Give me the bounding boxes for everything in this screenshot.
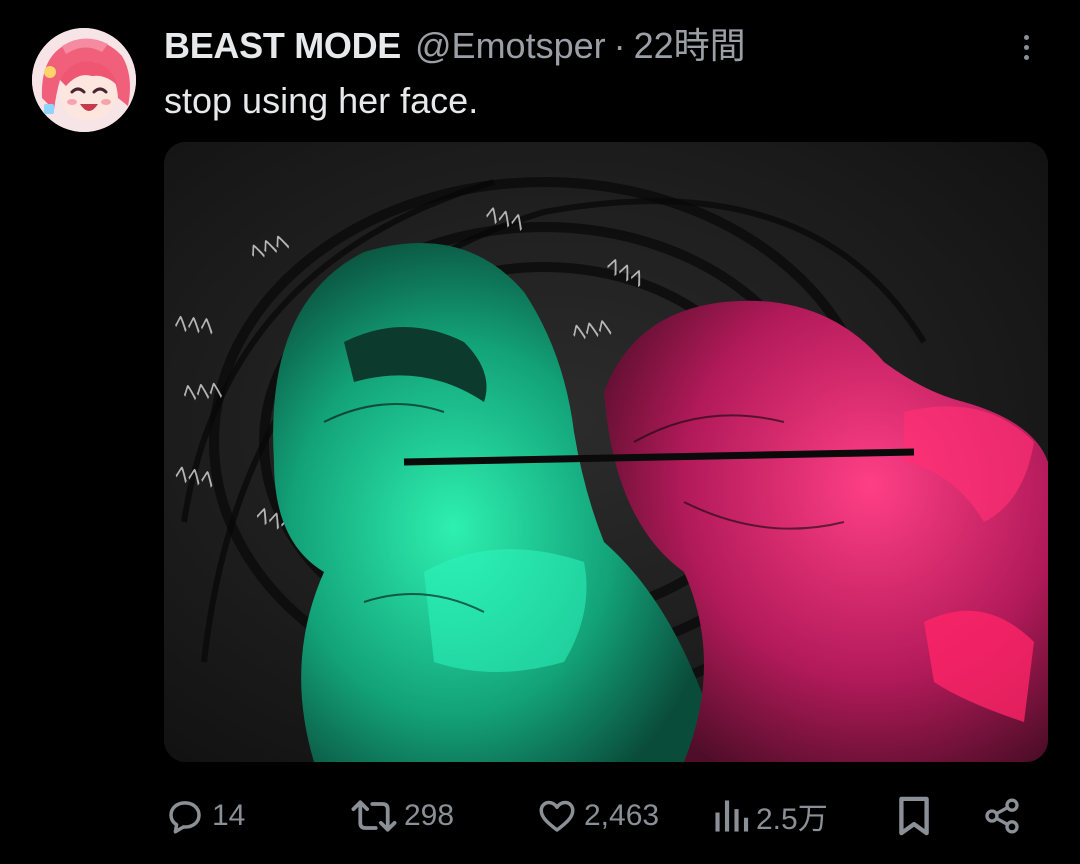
like-button[interactable]: 2,463 — [536, 790, 659, 842]
display-name[interactable]: BEAST MODE — [164, 26, 401, 66]
retweet-count: 298 — [404, 799, 455, 832]
more-options-button[interactable] — [1006, 26, 1046, 68]
reply-count: 14 — [212, 799, 246, 832]
more-dot-icon — [1023, 44, 1029, 50]
like-count: 2,463 — [584, 799, 660, 832]
svg-text:ﾍﾍﾍ: ﾍﾍﾍ — [173, 309, 214, 342]
more-dot-icon — [1023, 54, 1029, 60]
retweet-icon — [351, 800, 397, 832]
bookmark-button[interactable] — [896, 790, 932, 842]
svg-text:ﾍﾍﾍ: ﾍﾍﾍ — [182, 376, 223, 409]
share-button[interactable] — [982, 790, 1022, 842]
header-separator: · — [613, 25, 626, 66]
reply-icon — [169, 801, 201, 834]
tweet-text: stop using her face. — [164, 80, 479, 121]
views-button[interactable]: 2.5万 — [712, 790, 828, 842]
share-icon — [985, 798, 1019, 834]
retweet-button[interactable]: 298 — [350, 790, 454, 842]
illustration: ﾍﾍﾍ ﾍﾍﾍ ﾍﾍﾍ ﾍﾍﾍ ﾍﾍﾍ ﾍﾍﾍ ﾍﾍﾍ ﾍﾍﾍ — [164, 142, 1048, 762]
tweet-media-image[interactable]: ﾍﾍﾍ ﾍﾍﾍ ﾍﾍﾍ ﾍﾍﾍ ﾍﾍﾍ ﾍﾍﾍ ﾍﾍﾍ ﾍﾍﾍ — [164, 142, 1048, 762]
views-count: 2.5万 — [756, 803, 828, 836]
bookmark-icon — [899, 796, 929, 836]
user-handle[interactable]: @Emotsper — [415, 26, 606, 66]
views-icon — [715, 800, 749, 832]
reply-button[interactable]: 14 — [164, 790, 245, 842]
heart-icon — [539, 800, 575, 832]
timestamp[interactable]: 22時間 — [634, 26, 746, 66]
user-avatar[interactable] — [32, 28, 136, 132]
tweet-header: BEAST MODE @Emotsper · 22時間 — [164, 26, 746, 66]
avatar-image — [32, 28, 136, 132]
tweet-action-bar: 14 298 2,463 2.5万 — [164, 790, 1034, 842]
more-dot-icon — [1023, 34, 1029, 40]
